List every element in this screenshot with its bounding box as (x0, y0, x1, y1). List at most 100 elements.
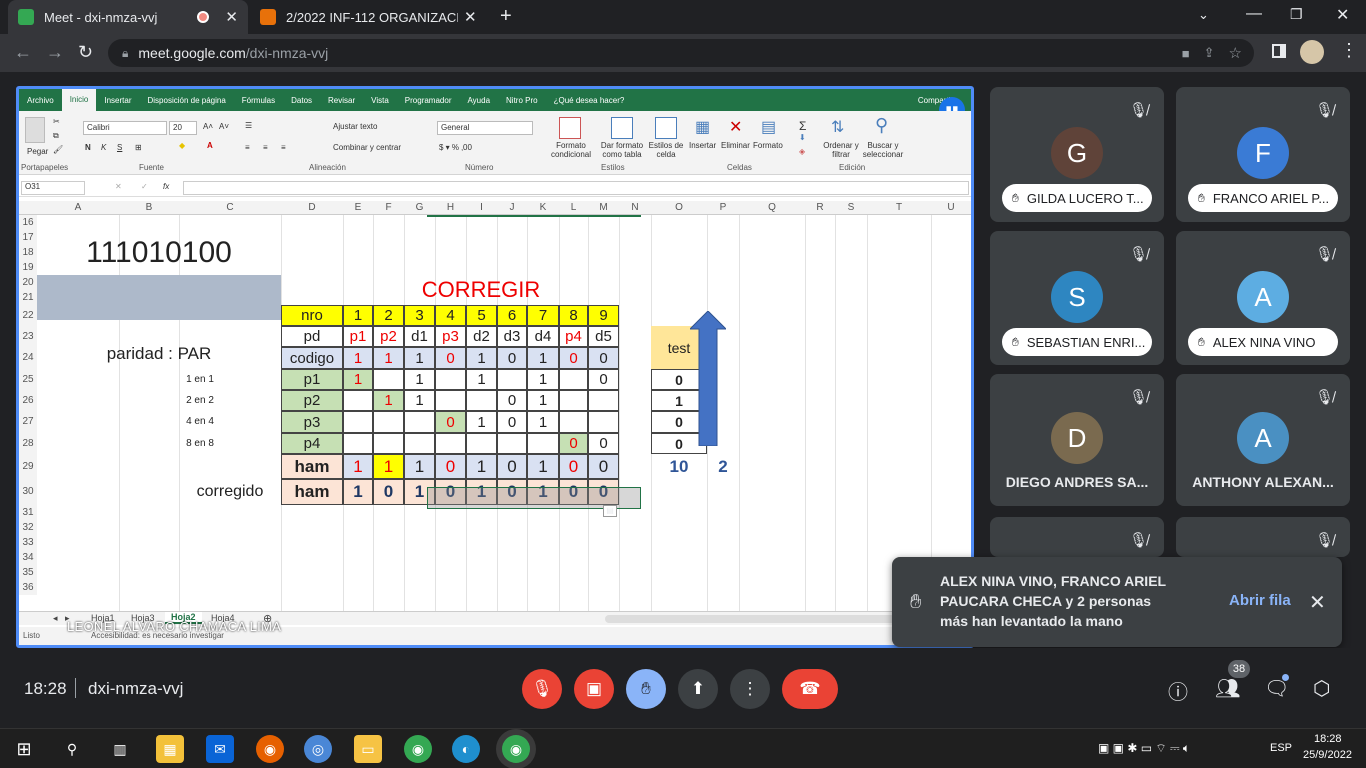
italic-icon[interactable]: K (101, 143, 106, 152)
hamming-cell[interactable]: 8 (559, 305, 588, 326)
hamming-cell[interactable]: 1 (343, 369, 373, 390)
column-header[interactable]: L (559, 202, 588, 213)
hamming-cell[interactable]: 0 (588, 433, 619, 454)
row-header[interactable]: 28 (19, 433, 37, 454)
hamming-cell[interactable] (559, 369, 588, 390)
firefox-icon[interactable]: ◉ (256, 735, 284, 763)
corrected-label[interactable]: corregido (179, 479, 281, 505)
bookmark-star-icon[interactable]: ☆ (1229, 44, 1242, 62)
spreadsheet-grid[interactable]: 16 17 18 19 20 21 22 23 24 25 26 27 28 29 30 31 32 33 34 35… (19, 215, 971, 611)
present-screen-button[interactable]: ⬆ (678, 669, 718, 709)
hamming-cell[interactable]: 1 (343, 347, 373, 369)
format-table-button[interactable]: Dar formato como tabla (595, 141, 649, 159)
row-header[interactable]: 29 (19, 454, 37, 479)
meeting-details-icon[interactable]: ⓘ (1168, 676, 1188, 705)
participant-tile[interactable]: 🎙︎̸ F ✋︎ FRANCO ARIEL P... (1176, 87, 1350, 222)
people-icon[interactable]: 👥︎ (1215, 676, 1240, 701)
hamming-cell[interactable]: 0 (435, 454, 466, 479)
formula-input[interactable] (183, 181, 969, 195)
bold-icon[interactable]: N (85, 143, 91, 152)
tray-icons[interactable]: ▣ ▣ ✱ ▭ ⌔ ⎓ 🔈︎ (1098, 741, 1190, 756)
hamming-cell[interactable]: 1 (343, 454, 373, 479)
hamming-cell[interactable]: 1 (404, 390, 435, 411)
paste-icon[interactable] (25, 117, 45, 143)
tab-course[interactable]: 2/2022 INF-112 ORGANIZACIÓN ✕ (250, 0, 490, 34)
hamming-cell[interactable]: p4 (559, 326, 588, 347)
bit-group-label[interactable]: 1 en 1 (179, 369, 221, 390)
column-header[interactable]: R (805, 202, 835, 213)
hamming-cell[interactable]: 0 (559, 347, 588, 369)
tab-search-icon[interactable]: ⌄ (1198, 7, 1209, 23)
minimize-icon[interactable]: — (1246, 5, 1262, 23)
edge-icon[interactable]: ◐ (452, 735, 480, 763)
column-header[interactable]: P (707, 202, 739, 213)
currency-icon[interactable]: $ ▾ % ‚00 (439, 143, 472, 152)
hamming-cell[interactable]: 0 (497, 411, 527, 433)
hamming-cell[interactable] (588, 390, 619, 411)
raise-hand-button[interactable]: ✋︎ (626, 669, 666, 709)
hamming-cell[interactable]: 1 (527, 369, 559, 390)
hamming-cell[interactable] (373, 369, 404, 390)
participant-tile[interactable]: 🎙︎̸ (990, 517, 1164, 557)
hamming-cell[interactable]: 0 (588, 369, 619, 390)
close-tab-icon[interactable]: ✕ (225, 8, 238, 26)
participant-tile[interactable]: 🎙︎̸ A ✋︎ ALEX NINA VINO (1176, 231, 1350, 365)
tab-meet[interactable]: Meet - dxi-nmza-vvj ✕ (8, 0, 248, 34)
format-cells-button[interactable]: Formato (753, 141, 783, 150)
more-options-button[interactable]: ⋮ (730, 669, 770, 709)
row-header[interactable]: 22 (19, 305, 37, 326)
taskbar-time[interactable]: 18:28 (1314, 733, 1342, 745)
bit-group-label[interactable]: 4 en 4 (179, 411, 221, 432)
hamming-cell[interactable]: 0 (373, 479, 404, 505)
hamming-cell[interactable]: ham (281, 454, 343, 479)
font-size-select[interactable]: 20 (169, 121, 197, 135)
browser-menu-icon[interactable]: ⋮ (1340, 40, 1358, 61)
hamming-cell[interactable]: codigo (281, 347, 343, 369)
hamming-cell[interactable]: p4 (281, 433, 343, 454)
number-format-select[interactable]: General (437, 121, 533, 135)
ribbon-tab-insertar[interactable]: Insertar (96, 96, 139, 105)
hamming-cell[interactable] (435, 433, 466, 454)
row-header[interactable]: 31 (19, 505, 37, 520)
new-tab-button[interactable]: + (500, 5, 512, 28)
column-header[interactable]: U (931, 202, 971, 213)
hamming-cell[interactable]: 1 (404, 454, 435, 479)
column-header[interactable]: T (867, 202, 931, 213)
hamming-cell[interactable] (404, 433, 435, 454)
hamming-cell[interactable] (404, 411, 435, 433)
restore-icon[interactable]: ❐ (1290, 6, 1303, 23)
hamming-cell[interactable]: 4 (435, 305, 466, 326)
hamming-cell[interactable] (373, 433, 404, 454)
ribbon-tab-ayuda[interactable]: Ayuda (459, 96, 498, 105)
hamming-cell[interactable]: 3 (404, 305, 435, 326)
hamming-cell[interactable]: 0 (559, 454, 588, 479)
underline-icon[interactable]: S (117, 143, 122, 152)
align-center-icon[interactable]: ≡ (263, 143, 268, 152)
participant-tile[interactable]: 🎙︎̸ G ✋︎ GILDA LUCERO T... (990, 87, 1164, 222)
hamming-cell[interactable]: 1 (404, 347, 435, 369)
browser-icon[interactable]: ◎ (304, 735, 332, 763)
hamming-cell[interactable]: 1 (466, 369, 497, 390)
hamming-cell[interactable]: 5 (466, 305, 497, 326)
hamming-cell[interactable]: 0 (559, 433, 588, 454)
forward-icon[interactable]: → (46, 42, 64, 63)
cell-styles-button[interactable]: Estilos de celda (643, 141, 689, 159)
hamming-cell[interactable]: 0 (497, 454, 527, 479)
ribbon-tab-datos[interactable]: Datos (283, 96, 320, 105)
up-arrow-shape[interactable] (688, 310, 728, 447)
row-header[interactable]: 16 (19, 215, 37, 230)
column-header[interactable]: H (435, 202, 466, 213)
hamming-cell[interactable]: 0 (588, 347, 619, 369)
windows-start-icon[interactable]: ⊞ (10, 735, 38, 763)
row-header[interactable]: 23 (19, 326, 37, 347)
hamming-cell[interactable]: p2 (373, 326, 404, 347)
highlight-block[interactable] (37, 275, 281, 320)
column-header[interactable]: Q (739, 202, 805, 213)
wrap-text-button[interactable]: Ajustar texto (333, 122, 377, 131)
hamming-cell[interactable]: 1 (527, 454, 559, 479)
close-tab-icon[interactable]: ✕ (464, 8, 477, 26)
hamming-cell[interactable]: 1 (466, 347, 497, 369)
participant-tile[interactable]: 🎙︎̸ (1176, 517, 1350, 557)
hamming-cell[interactable] (588, 411, 619, 433)
hamming-cell[interactable]: 1 (343, 305, 373, 326)
